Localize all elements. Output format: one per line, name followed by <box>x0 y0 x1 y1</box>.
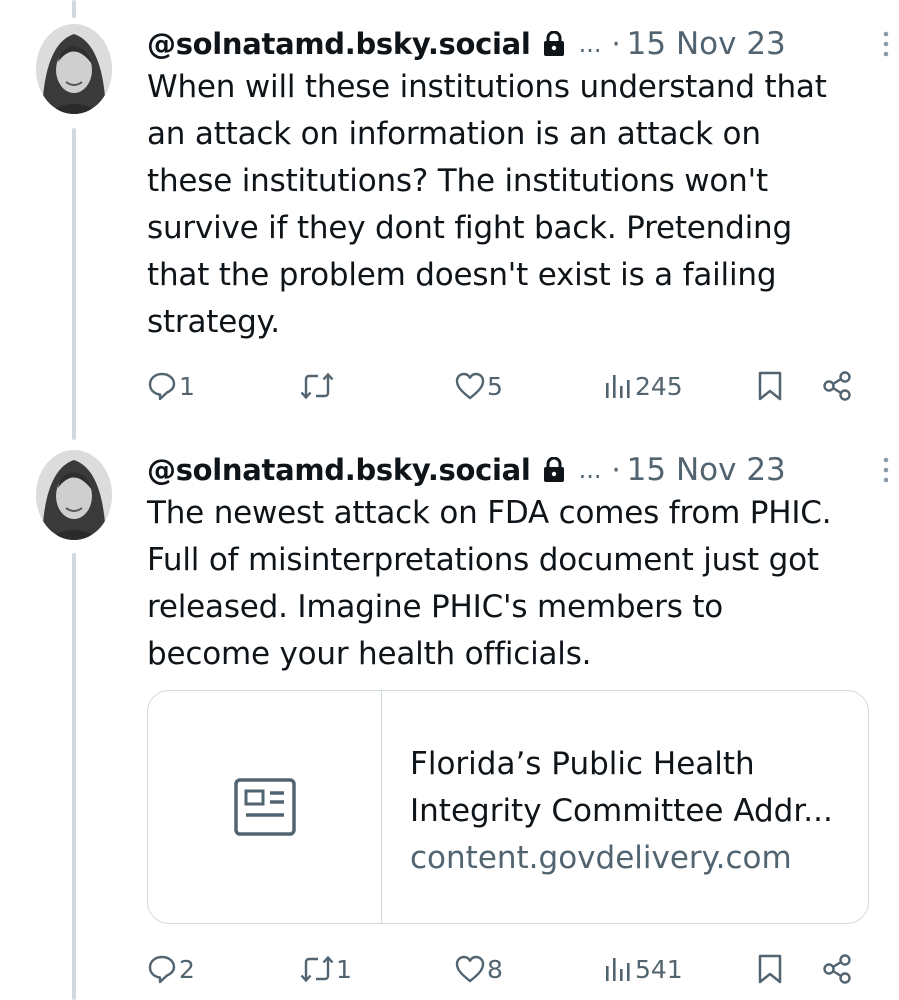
tweet-actions: 2 1 8 541 <box>147 949 867 989</box>
tweet-text: When will these institutions understand … <box>147 69 827 340</box>
reply-count: 2 <box>179 954 195 984</box>
separator-dot: · <box>611 27 621 61</box>
like-button[interactable]: 8 <box>455 949 503 989</box>
user-handle[interactable]: @solnatamd.bsky.social <box>147 453 531 487</box>
tweet-text: The newest attack on FDA comes from PHIC… <box>147 495 832 672</box>
tweet-date[interactable]: 15 Nov 23 <box>627 452 786 488</box>
views-button[interactable]: 245 <box>603 366 683 406</box>
like-count: 8 <box>487 954 503 984</box>
views-count: 245 <box>635 371 683 401</box>
lock-icon <box>543 31 565 57</box>
reply-icon <box>148 372 176 401</box>
link-card-thumbnail <box>148 691 382 923</box>
tweet[interactable]: @solnatamd.bsky.social ... · 15 Nov 23 W… <box>0 24 899 424</box>
repost-icon <box>300 372 334 400</box>
bookmark-button[interactable] <box>757 949 783 989</box>
views-icon <box>606 375 630 398</box>
bookmark-icon <box>758 371 782 401</box>
link-card-domain: content.govdelivery.com <box>410 840 792 876</box>
reply-button[interactable]: 1 <box>147 366 195 406</box>
tweet-header: @solnatamd.bsky.social ... · 15 Nov 23 <box>147 450 867 490</box>
tweet-date[interactable]: 15 Nov 23 <box>627 26 786 62</box>
lock-icon <box>543 457 565 483</box>
link-card-text: Florida’s Public Health Integrity Commit… <box>382 691 833 923</box>
views-button[interactable]: 541 <box>603 949 683 989</box>
separator-dot: · <box>611 453 621 487</box>
user-handle[interactable]: @solnatamd.bsky.social <box>147 27 531 61</box>
article-icon <box>233 778 296 836</box>
like-button[interactable]: 5 <box>455 366 503 406</box>
bookmark-icon <box>758 954 782 984</box>
like-count: 5 <box>487 371 503 401</box>
share-button[interactable] <box>821 949 853 989</box>
share-icon <box>823 954 851 984</box>
heart-icon <box>455 372 485 400</box>
tweet[interactable]: @solnatamd.bsky.social ... · 15 Nov 23 T… <box>0 450 899 1000</box>
handle-truncation: ... <box>578 30 602 58</box>
avatar[interactable] <box>36 450 112 540</box>
reply-button[interactable]: 2 <box>147 949 195 989</box>
avatar[interactable] <box>36 24 112 114</box>
link-card[interactable]: Florida’s Public Health Integrity Commit… <box>147 690 869 924</box>
reply-count: 1 <box>179 371 195 401</box>
views-icon <box>606 958 630 981</box>
tweet-header: @solnatamd.bsky.social ... · 15 Nov 23 <box>147 24 867 64</box>
more-options-icon[interactable] <box>881 28 891 60</box>
tweet-actions: 1 5 245 <box>147 366 867 406</box>
views-count: 541 <box>635 954 683 984</box>
more-options-icon[interactable] <box>881 454 891 486</box>
repost-count: 1 <box>336 954 352 984</box>
handle-truncation: ... <box>578 456 602 484</box>
repost-icon <box>300 955 334 983</box>
heart-icon <box>455 955 485 983</box>
thread-line-top <box>72 0 76 18</box>
share-button[interactable] <box>821 366 853 406</box>
repost-button[interactable]: 1 <box>300 949 352 989</box>
link-card-title: Florida’s Public Health Integrity Commit… <box>410 746 833 829</box>
repost-button[interactable] <box>300 366 336 406</box>
reply-icon <box>148 955 176 984</box>
share-icon <box>823 371 851 401</box>
bookmark-button[interactable] <box>757 366 783 406</box>
